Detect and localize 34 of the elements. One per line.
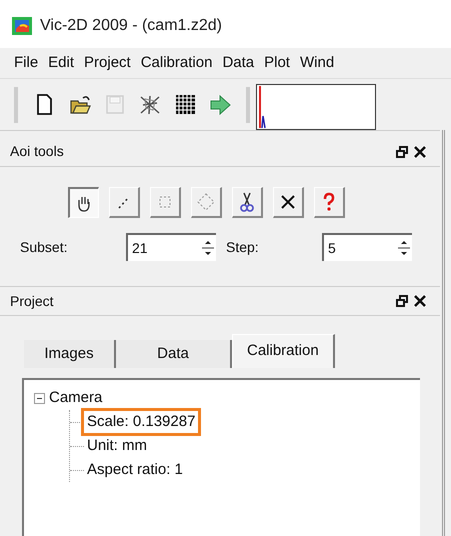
float-icon[interactable] [396, 295, 408, 307]
tab[interactable]: Data [116, 340, 232, 368]
float-icon[interactable] [396, 146, 408, 158]
plot-preview-icon [256, 84, 376, 130]
menu-item[interactable]: Plot [260, 52, 294, 74]
folder-icon[interactable] [69, 93, 92, 116]
tree-item[interactable]: Camera [49, 386, 102, 410]
mesh-icon[interactable] [139, 93, 162, 116]
close-icon[interactable] [414, 146, 426, 158]
field-label: Step: [226, 238, 260, 257]
menu-item[interactable]: File [10, 52, 42, 74]
menu-item[interactable]: Edit [44, 52, 78, 74]
menu-item[interactable]: Data [218, 52, 258, 74]
app-logo-icon [12, 17, 32, 35]
scissors-icon [237, 192, 257, 212]
menu-item[interactable]: Calibration [136, 52, 216, 74]
grid-icon[interactable] [174, 93, 197, 116]
arrow-icon[interactable] [209, 93, 232, 116]
panel-title: Aoi tools [10, 142, 64, 161]
menu-item[interactable]: Wind [296, 52, 338, 74]
collapse-icon[interactable] [34, 392, 45, 404]
field-label: Subset: [20, 238, 68, 256]
tree-item[interactable]: Aspect ratio: 1 [84, 458, 186, 482]
tab[interactable]: Calibration [232, 334, 335, 368]
menu-item[interactable]: Project [80, 52, 135, 74]
close-icon[interactable] [414, 295, 426, 307]
spin-field[interactable]: 5 [322, 233, 412, 261]
panel-title: Project [10, 292, 54, 311]
spin-field[interactable]: 21 [126, 233, 216, 261]
tree-item[interactable]: Scale: 0.139287 [81, 408, 202, 436]
tool-button[interactable] [68, 187, 99, 218]
tab[interactable]: Images [24, 340, 116, 368]
tree-item[interactable]: Unit: mm [84, 434, 150, 458]
window-title: Vic-2D 2009 - (cam1.z2d) [40, 16, 222, 36]
